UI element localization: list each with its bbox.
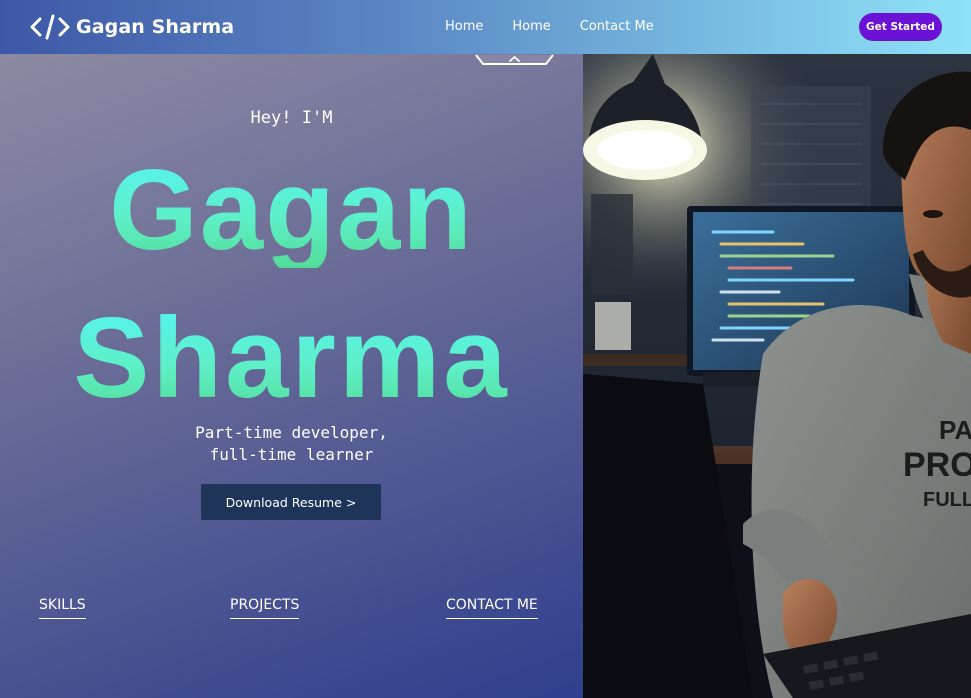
hero-last-name: Sharma — [0, 302, 583, 416]
brand-logo[interactable]: Gagan Sharma — [30, 12, 234, 42]
shirt-text-line-3: FULL-T — [923, 489, 971, 511]
tagline-line-2: full-time learner — [209, 445, 374, 464]
shirt-text-line-2: PROG — [903, 446, 971, 484]
main-nav: Home Home Contact Me — [445, 19, 654, 34]
nav-link-contact[interactable]: Contact Me — [580, 19, 654, 34]
hero-intro: Hey! I'M Gagan Sharma Part-time develope… — [0, 54, 583, 698]
hero-tagline: Part-time developer, full-time learner — [0, 422, 583, 466]
hero-first-name: Gagan — [0, 154, 583, 268]
section-link-projects[interactable]: PROJECTS — [230, 597, 300, 619]
tagline-line-1: Part-time developer, — [195, 423, 388, 442]
nav-link-home[interactable]: Home — [445, 19, 483, 34]
hero-greeting: Hey! I'M — [250, 108, 333, 128]
get-started-button[interactable]: Get Started — [859, 13, 942, 41]
section-link-contact[interactable]: CONTACT ME — [446, 597, 538, 619]
section-links: SKILLS PROJECTS CONTACT ME — [0, 597, 583, 623]
top-navbar: Gagan Sharma Home Home Contact Me Get St… — [0, 0, 971, 54]
chevron-up-icon — [475, 54, 554, 65]
code-brackets-icon — [30, 13, 70, 41]
download-resume-button[interactable]: Download Resume > — [201, 484, 381, 520]
developer-photo: PA PROG FULL-T — [583, 54, 971, 698]
shirt-text-line-1: PA — [939, 415, 971, 445]
nav-link-home-2[interactable]: Home — [512, 19, 550, 34]
scroll-up-tab[interactable] — [475, 53, 554, 65]
section-link-skills[interactable]: SKILLS — [39, 597, 86, 619]
brand-name: Gagan Sharma — [76, 16, 235, 38]
developer-illustration: PA PROG FULL-T — [583, 54, 971, 698]
